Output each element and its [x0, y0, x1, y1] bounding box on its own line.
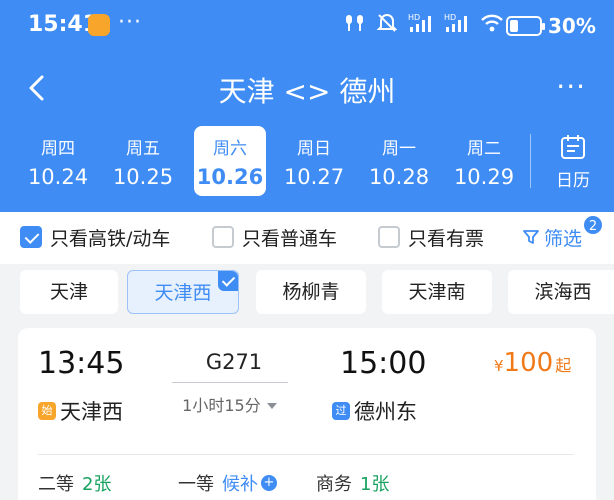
app-header: 15:41 ··· HD HD 30% 天津 <> 德州 ··· 周四 10.2… — [0, 0, 614, 212]
seat-class: 二等 — [38, 474, 74, 495]
station-chip[interactable]: 天津 — [20, 270, 118, 314]
card-divider — [38, 454, 574, 455]
date-tab-selected[interactable]: 周六 10.26 — [194, 126, 266, 196]
add-waitlist-icon[interactable]: + — [261, 475, 277, 491]
filter-bar: 只看高铁/动车 只看普通车 只看有票 筛选 2 — [0, 212, 614, 264]
wifi-icon — [480, 12, 504, 38]
station-chip-label: 杨柳青 — [282, 281, 340, 303]
station-selector: 天津 天津西 杨柳青 天津南 滨海西 — [0, 266, 614, 322]
date-value: 10.27 — [283, 165, 345, 189]
chevron-down-icon — [266, 396, 278, 415]
station-chip-label: 天津西 — [154, 282, 212, 304]
more-icon[interactable]: ··· — [556, 70, 586, 103]
date-tab[interactable]: 周一 10.28 — [363, 126, 435, 196]
station-chip-label: 天津 — [49, 281, 88, 303]
seat-class: 一等 — [178, 474, 214, 495]
svg-text:HD: HD — [444, 13, 456, 22]
seat-business-class: 商务 1张 — [316, 470, 389, 496]
calendar-label: 日历 — [556, 171, 590, 191]
svg-text:HD: HD — [408, 13, 420, 22]
train-number: G271 — [205, 350, 263, 374]
seat-second-class: 二等 2张 — [38, 470, 111, 496]
filter-available-label: 只看有票 — [408, 227, 485, 250]
arrival-station-name: 德州东 — [354, 400, 417, 424]
notification-app-icon — [88, 14, 110, 36]
route-line — [172, 382, 288, 383]
screen-label: 筛选 — [544, 227, 583, 250]
seat-count: 2张 — [82, 474, 112, 495]
funnel-icon — [522, 228, 540, 246]
train-card[interactable]: 13:45 G271 1小时15分 15:00 始 天津西 过 德州东 ¥ 10… — [18, 328, 596, 500]
station-chip[interactable]: 滨海西 — [508, 270, 614, 314]
date-tab[interactable]: 周二 10.29 — [448, 126, 520, 196]
date-value: 10.24 — [27, 165, 89, 189]
station-chip-selected[interactable]: 天津西 — [127, 270, 239, 314]
date-weekday: 周四 — [41, 139, 75, 159]
status-icons: HD HD — [344, 12, 504, 38]
arrival-station: 过 德州东 — [332, 396, 417, 426]
mute-icon — [376, 12, 398, 38]
route-title: 天津 <> 德州 — [218, 75, 396, 108]
checkbox-available[interactable] — [378, 226, 400, 248]
filter-count-badge: 2 — [582, 214, 604, 236]
date-tab[interactable]: 周四 10.24 — [22, 126, 94, 196]
date-weekday: 周二 — [467, 139, 501, 159]
calendar-divider — [530, 134, 531, 188]
date-weekday: 周六 — [213, 139, 247, 159]
price-suffix: 起 — [555, 356, 572, 375]
date-value: 10.28 — [368, 165, 430, 189]
calendar-button[interactable]: 日历 — [544, 132, 602, 191]
filter-regular-label: 只看普通车 — [242, 227, 338, 250]
station-chip-label: 天津南 — [408, 281, 466, 303]
date-weekday: 周五 — [126, 139, 160, 159]
earbuds-icon — [344, 12, 366, 38]
filter-regular[interactable]: 只看普通车 — [212, 224, 337, 250]
calendar-icon — [560, 134, 586, 160]
station-chip-label: 滨海西 — [534, 281, 592, 303]
date-value: 10.25 — [112, 165, 174, 189]
selected-check-icon — [218, 271, 238, 291]
duration-text: 1小时15分 — [182, 396, 261, 415]
date-weekday: 周一 — [382, 139, 416, 159]
date-selector: 周四 10.24 周五 10.25 周六 10.26 周日 10.27 周一 1… — [0, 126, 614, 198]
departure-station-name: 天津西 — [60, 400, 123, 424]
travel-duration[interactable]: 1小时15分 — [172, 392, 288, 416]
filter-high-speed[interactable]: 只看高铁/动车 — [20, 224, 170, 250]
passing-tag: 过 — [332, 402, 350, 420]
price-amount: 100 — [503, 348, 554, 378]
signal-1-icon: HD — [408, 12, 434, 38]
price-currency: ¥ — [494, 357, 504, 375]
seat-count: 1张 — [360, 474, 390, 495]
station-chip[interactable]: 天津南 — [382, 270, 492, 314]
navigation-bar: 天津 <> 德州 ··· — [0, 60, 614, 116]
price: ¥ 100 起 — [494, 348, 571, 378]
seat-waitlist: 候补 — [222, 474, 258, 495]
seat-first-class[interactable]: 一等 候补 + — [178, 470, 277, 496]
origin-tag: 始 — [38, 402, 56, 420]
status-bar: 15:41 ··· HD HD 30% — [0, 0, 614, 50]
signal-2-icon: HD — [444, 12, 470, 38]
date-value: 10.26 — [196, 165, 264, 189]
results-sheet: 只看高铁/动车 只看普通车 只看有票 筛选 2 天津 天津西 杨柳青 天津南 滨… — [0, 212, 614, 500]
checkbox-high-speed[interactable] — [20, 226, 42, 248]
battery-percent: 30% — [548, 14, 596, 38]
filter-high-speed-label: 只看高铁/动车 — [50, 227, 171, 250]
date-tab[interactable]: 周五 10.25 — [107, 126, 179, 196]
battery-icon — [506, 16, 545, 36]
screen-button[interactable]: 筛选 2 — [522, 214, 604, 250]
departure-time: 13:45 — [38, 346, 125, 381]
date-weekday: 周日 — [297, 139, 331, 159]
date-value: 10.29 — [453, 165, 515, 189]
seat-class: 商务 — [316, 474, 352, 495]
date-tab[interactable]: 周日 10.27 — [278, 126, 350, 196]
filter-available[interactable]: 只看有票 — [378, 224, 484, 250]
departure-station: 始 天津西 — [38, 396, 123, 426]
arrival-time: 15:00 — [340, 346, 427, 381]
checkbox-regular[interactable] — [212, 226, 234, 248]
notification-more-icon: ··· — [118, 10, 142, 35]
station-chip[interactable]: 杨柳青 — [256, 270, 366, 314]
